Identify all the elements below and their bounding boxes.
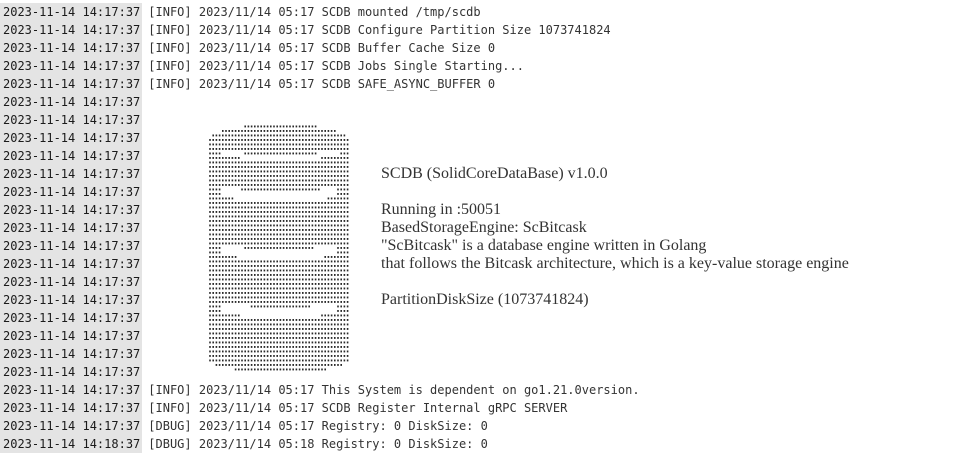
log-line: 2023-11-14 14:17:37 [INFO] 2023/11/14 05:…: [0, 75, 495, 93]
banner-title: SCDB (SolidCoreDataBase) v1.0.0: [381, 165, 608, 182]
log-timestamp: 2023-11-14 14:17:37: [0, 75, 143, 93]
log-line: 2023-11-14 14:17:37: [0, 201, 148, 219]
log-timestamp: 2023-11-14 14:17:37: [0, 57, 143, 75]
log-timestamp: 2023-11-14 14:17:37: [0, 147, 143, 165]
log-timestamp: 2023-11-14 14:17:37: [0, 3, 143, 21]
log-message: [INFO] 2023/11/14 05:17 SCDB Configure P…: [148, 23, 611, 37]
log-line: 2023-11-14 14:17:37: [0, 111, 148, 129]
log-timestamp: 2023-11-14 14:17:37: [0, 291, 143, 309]
log-message: [INFO] 2023/11/14 05:17 This System is d…: [148, 383, 640, 397]
log-line: 2023-11-14 14:17:37 [INFO] 2023/11/14 05:…: [0, 3, 481, 21]
log-timestamp: 2023-11-14 14:17:37: [0, 93, 143, 111]
log-timestamp: 2023-11-14 14:17:37: [0, 201, 143, 219]
log-timestamp: 2023-11-14 14:17:37: [0, 399, 143, 417]
banner-partition-size: PartitionDiskSize (1073741824): [381, 291, 589, 308]
log-timestamp: 2023-11-14 14:17:37: [0, 345, 143, 363]
log-line: 2023-11-14 14:17:37: [0, 183, 148, 201]
log-line: 2023-11-14 14:17:37 [INFO] 2023/11/14 05:…: [0, 57, 524, 75]
log-line: 2023-11-14 14:18:37 [DBUG] 2023/11/14 05:…: [0, 435, 488, 453]
banner-running-port: Running in :50051: [381, 201, 502, 218]
log-line: 2023-11-14 14:17:37: [0, 291, 148, 309]
log-timestamp: 2023-11-14 14:18:37: [0, 435, 143, 453]
log-line: 2023-11-14 14:17:37 [INFO] 2023/11/14 05:…: [0, 399, 567, 417]
log-line: 2023-11-14 14:17:37: [0, 165, 148, 183]
log-timestamp: 2023-11-14 14:17:37: [0, 39, 143, 57]
log-line: 2023-11-14 14:17:37: [0, 129, 148, 147]
log-timestamp: 2023-11-14 14:17:37: [0, 417, 143, 435]
log-message: [DBUG] 2023/11/14 05:18 Registry: 0 Disk…: [148, 437, 488, 451]
log-line: 2023-11-14 14:17:37: [0, 237, 148, 255]
log-line: 2023-11-14 14:17:37: [0, 273, 148, 291]
log-timestamp: 2023-11-14 14:17:37: [0, 129, 143, 147]
log-timestamp: 2023-11-14 14:17:37: [0, 165, 143, 183]
log-line: 2023-11-14 14:17:37 [INFO] 2023/11/14 05:…: [0, 21, 611, 39]
log-message: [INFO] 2023/11/14 05:17 SCDB Register In…: [148, 401, 568, 415]
log-timestamp: 2023-11-14 14:17:37: [0, 327, 143, 345]
log-line: 2023-11-14 14:17:37: [0, 363, 148, 381]
log-timestamp: 2023-11-14 14:17:37: [0, 273, 143, 291]
log-line: 2023-11-14 14:17:37: [0, 219, 148, 237]
log-timestamp: 2023-11-14 14:17:37: [0, 237, 143, 255]
log-timestamp: 2023-11-14 14:17:37: [0, 363, 143, 381]
banner-engine: BasedStorageEngine: ScBitcask: [381, 219, 587, 236]
log-timestamp: 2023-11-14 14:17:37: [0, 183, 143, 201]
log-timestamp: 2023-11-14 14:17:37: [0, 381, 143, 399]
log-message: [INFO] 2023/11/14 05:17 SCDB Jobs Single…: [148, 59, 524, 73]
log-message: [INFO] 2023/11/14 05:17 SCDB SAFE_ASYNC_…: [148, 77, 496, 91]
log-line: 2023-11-14 14:17:37: [0, 327, 148, 345]
log-timestamp: 2023-11-14 14:17:37: [0, 111, 143, 129]
log-timestamp: 2023-11-14 14:17:37: [0, 255, 143, 273]
log-line: 2023-11-14 14:17:37: [0, 309, 148, 327]
log-line: 2023-11-14 14:17:37 [DBUG] 2023/11/14 05:…: [0, 417, 488, 435]
log-message: [DBUG] 2023/11/14 05:17 Registry: 0 Disk…: [148, 419, 488, 433]
log-timestamp: 2023-11-14 14:17:37: [0, 21, 143, 39]
database-cylinder-icon: [209, 125, 349, 371]
log-line: 2023-11-14 14:17:37 [INFO] 2023/11/14 05:…: [0, 39, 495, 57]
banner-description-line-1: "ScBitcask" is a database engine written…: [381, 237, 707, 254]
log-timestamp: 2023-11-14 14:17:37: [0, 219, 143, 237]
log-line: 2023-11-14 14:17:37: [0, 147, 148, 165]
log-message: [INFO] 2023/11/14 05:17 SCDB Buffer Cach…: [148, 41, 496, 55]
log-timestamp: 2023-11-14 14:17:37: [0, 309, 143, 327]
log-line: 2023-11-14 14:17:37: [0, 345, 148, 363]
banner-description-line-2: that follows the Bitcask architecture, w…: [381, 255, 849, 272]
log-line: 2023-11-14 14:17:37: [0, 255, 148, 273]
log-line: 2023-11-14 14:17:37: [0, 93, 148, 111]
log-line: 2023-11-14 14:17:37 [INFO] 2023/11/14 05:…: [0, 381, 640, 399]
log-message: [INFO] 2023/11/14 05:17 SCDB mounted /tm…: [148, 5, 481, 19]
